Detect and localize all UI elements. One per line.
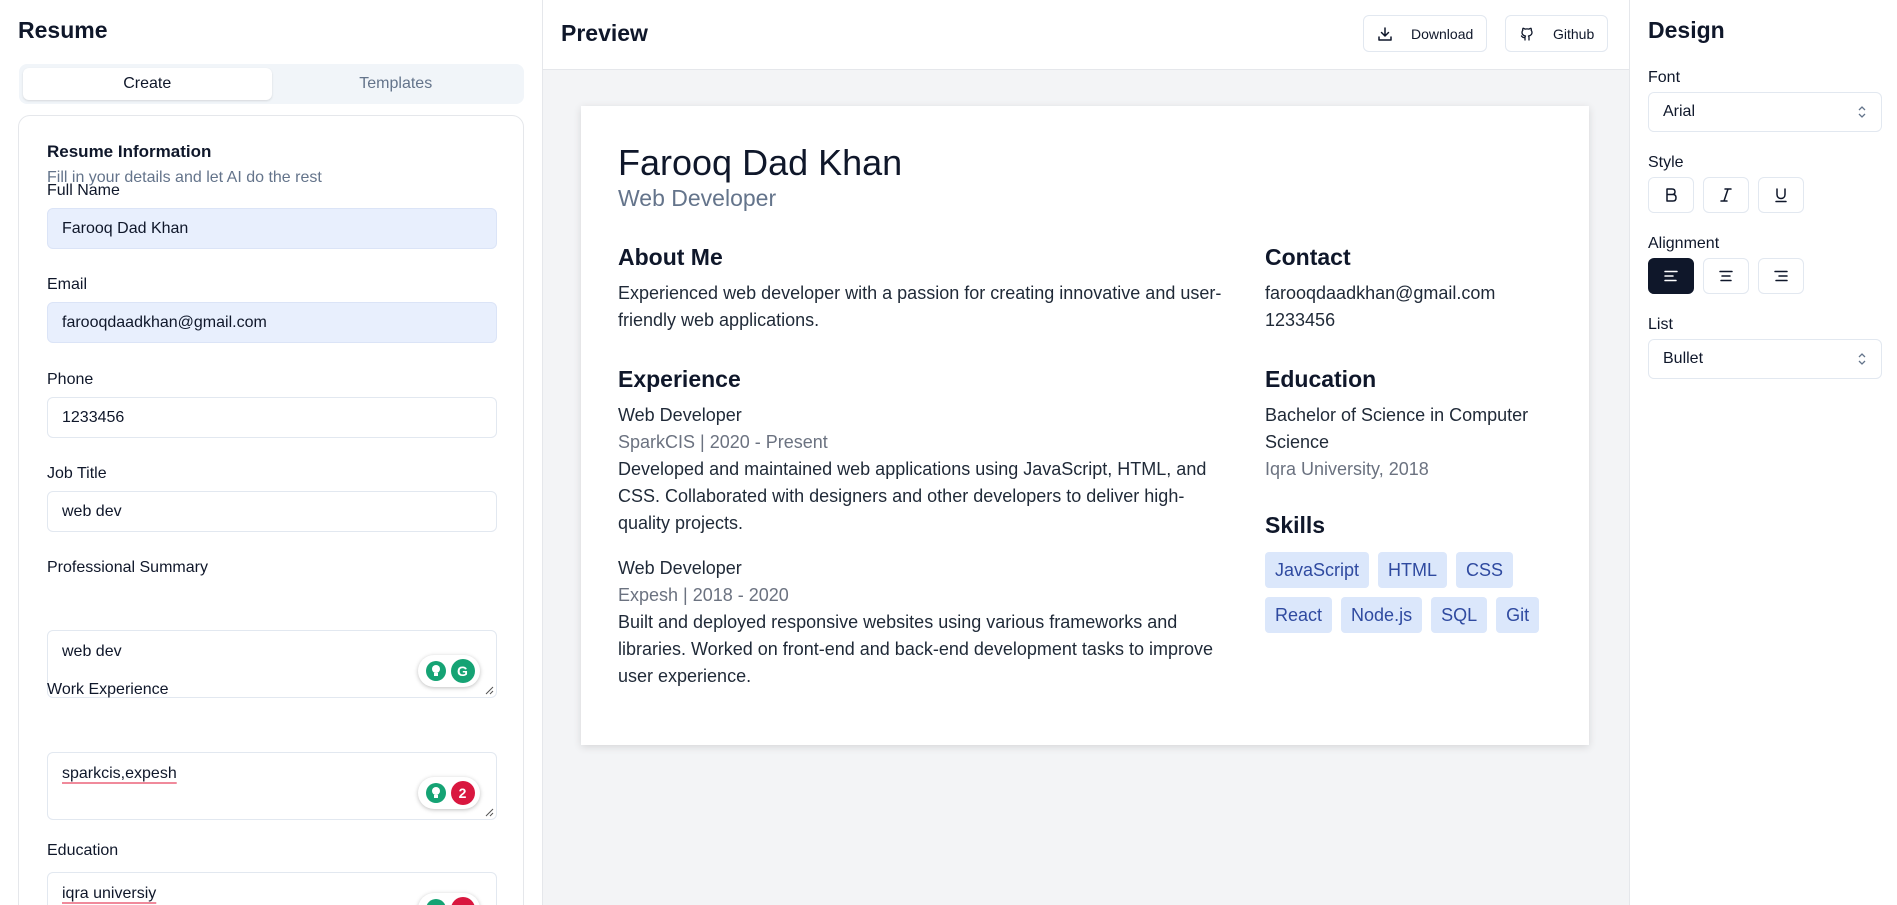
github-icon: [1520, 27, 1533, 41]
align-center-icon: [1719, 270, 1733, 282]
bold-button[interactable]: [1648, 177, 1694, 213]
education-degree: Bachelor of Science in Computer Science: [1265, 405, 1529, 452]
skills-heading: Skills: [1265, 512, 1326, 538]
download-label: Download: [1411, 25, 1474, 42]
phone-label: Phone: [47, 371, 94, 388]
experience-role: Web Developer: [618, 558, 742, 578]
download-icon: [1378, 26, 1392, 41]
download-button[interactable]: Download: [1363, 15, 1488, 52]
tab-create[interactable]: Create: [23, 68, 272, 100]
list-select[interactable]: Bullet: [1648, 339, 1882, 379]
grammarly-widget[interactable]: [418, 893, 480, 905]
experience-meta: Expesh | 2018 - 2020: [618, 585, 789, 605]
tab-templates[interactable]: Templates: [272, 68, 521, 100]
work-experience-label: Work Experience: [47, 681, 169, 698]
design-title: Design: [1648, 17, 1725, 43]
preview-title: Preview: [561, 20, 648, 46]
resize-handle-icon[interactable]: [485, 808, 494, 817]
lightbulb-icon: [423, 781, 448, 805]
tab-list: Create Templates: [19, 64, 524, 104]
full-name-label: Full Name: [47, 182, 120, 199]
bold-icon: [1666, 188, 1677, 202]
left-panel: Resume Create Templates Resume Informati…: [0, 0, 543, 905]
work-experience-text: sparkcis,expesh: [62, 765, 177, 782]
skill-chip: Node.js: [1341, 597, 1423, 633]
grammarly-widget[interactable]: G: [418, 655, 480, 687]
chevron-up-down-icon: [1858, 353, 1866, 365]
education-school: Iqra University, 2018: [1265, 459, 1429, 479]
summary-label: Professional Summary: [47, 559, 208, 576]
job-title-label: Job Title: [47, 465, 107, 482]
experience-description: Developed and maintained web application…: [618, 459, 1207, 533]
issue-count-badge: 2: [450, 781, 475, 805]
github-label: Github: [1553, 25, 1595, 42]
font-select[interactable]: Arial: [1648, 92, 1882, 132]
italic-icon: [1720, 188, 1732, 202]
job-title-input[interactable]: [47, 491, 497, 532]
email-label: Email: [47, 276, 88, 293]
about-heading: About Me: [618, 244, 723, 270]
email-input[interactable]: [47, 302, 497, 343]
skill-chip: JavaScript: [1265, 552, 1370, 588]
style-label: Style: [1648, 154, 1684, 171]
resume-paper: Farooq Dad Khan Web Developer About Me E…: [581, 106, 1589, 745]
align-right-icon: [1774, 270, 1788, 282]
education-label: Education: [47, 842, 119, 859]
resume-job-title: Web Developer: [618, 185, 777, 211]
panel-title: Resume: [18, 17, 108, 43]
skill-chip: CSS: [1456, 552, 1514, 588]
skill-chip: SQL: [1431, 597, 1488, 633]
preview-panel: Preview Download Github Farooq Dad Khan …: [543, 0, 1629, 905]
github-button[interactable]: Github: [1505, 15, 1609, 52]
education-textarea[interactable]: iqra universiy: [47, 872, 497, 905]
grammarly-widget[interactable]: 2: [418, 777, 480, 809]
skill-chip: Git: [1496, 597, 1540, 633]
align-left-icon: [1664, 270, 1678, 282]
design-panel: Design Font Arial Style Alignment List B…: [1629, 0, 1897, 905]
experience-meta: SparkCIS | 2020 - Present: [618, 432, 828, 452]
font-label: Font: [1648, 69, 1681, 86]
list-label: List: [1648, 316, 1673, 333]
resume-info-card: Resume Information Fill in your details …: [18, 115, 524, 905]
align-center-button[interactable]: [1703, 258, 1749, 294]
grammarly-logo-icon: G: [450, 659, 475, 683]
experience-description: Built and deployed responsive websites u…: [618, 612, 1213, 686]
education-text: iqra universiy: [62, 885, 157, 902]
preview-header: Preview Download Github: [543, 0, 1629, 70]
full-name-input[interactable]: [47, 208, 497, 249]
lightbulb-icon: [423, 659, 448, 683]
font-select-value: Arial: [1663, 103, 1696, 120]
experience-heading: Experience: [618, 366, 741, 392]
issue-badge-icon: [450, 897, 475, 905]
about-text: Experienced web developer with a passion…: [618, 283, 1222, 330]
card-title: Resume Information: [47, 142, 212, 161]
experience-role: Web Developer: [618, 405, 742, 425]
contact-email: farooqdaadkhan@gmail.com: [1265, 283, 1496, 303]
resize-handle-icon[interactable]: [485, 686, 494, 695]
lightbulb-icon: [423, 897, 448, 905]
education-heading: Education: [1265, 366, 1377, 392]
contact-phone: 1233456: [1265, 310, 1336, 330]
italic-button[interactable]: [1703, 177, 1749, 213]
underline-icon: [1775, 188, 1787, 203]
underline-button[interactable]: [1758, 177, 1804, 213]
skill-chip: HTML: [1378, 552, 1448, 588]
align-right-button[interactable]: [1758, 258, 1804, 294]
alignment-label: Alignment: [1648, 235, 1720, 252]
list-select-value: Bullet: [1663, 350, 1704, 367]
skill-chip: React: [1265, 597, 1333, 633]
phone-input[interactable]: [47, 397, 497, 438]
contact-heading: Contact: [1265, 244, 1351, 270]
work-experience-textarea[interactable]: sparkcis,expesh 2: [47, 752, 497, 820]
chevron-up-down-icon: [1858, 106, 1866, 118]
align-left-button[interactable]: [1648, 258, 1694, 294]
skills-list: JavaScript HTML CSS React Node.js SQL Gi…: [1265, 552, 1555, 633]
resume-name: Farooq Dad Khan: [618, 142, 903, 183]
summary-text: web dev: [62, 643, 122, 660]
